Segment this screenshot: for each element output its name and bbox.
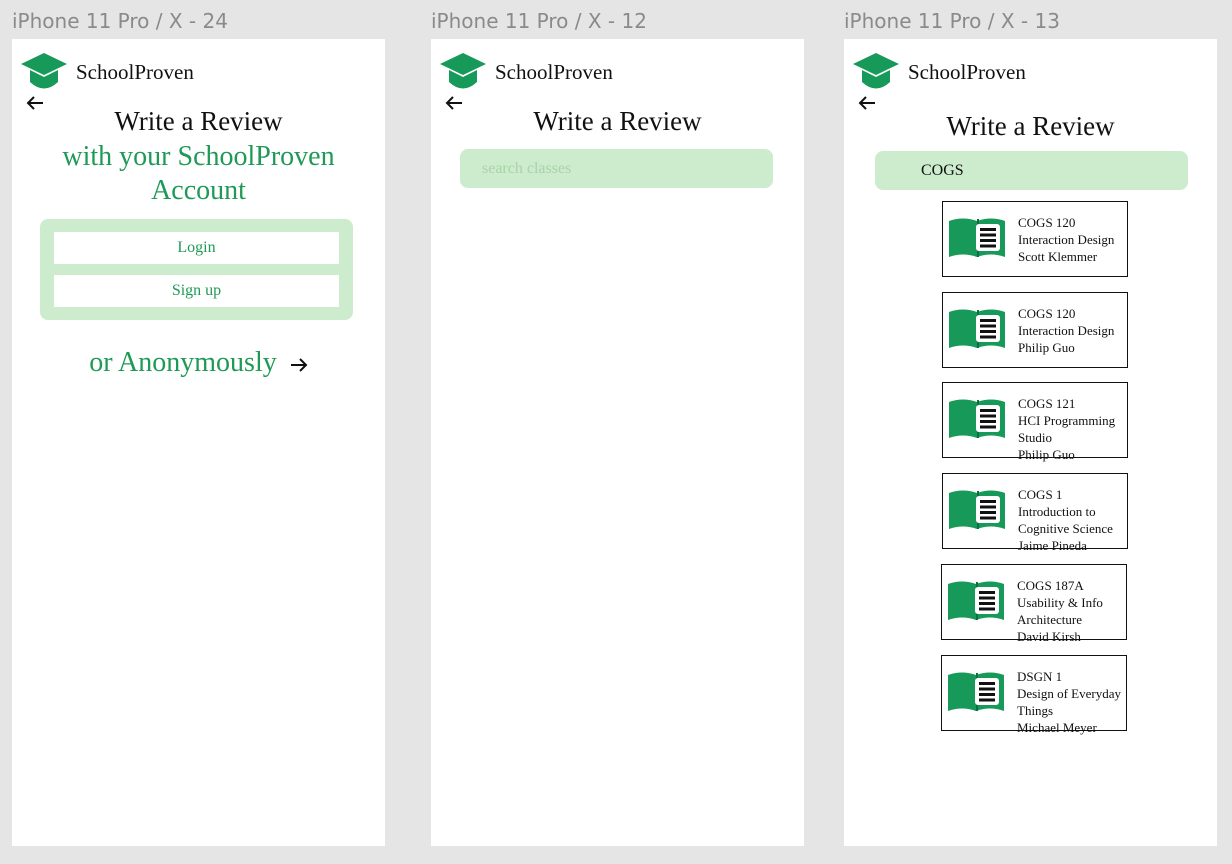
class-instructor: Scott Klemmer xyxy=(1018,249,1098,264)
graduation-cap-icon xyxy=(853,53,899,89)
app-name: SchoolProven xyxy=(495,59,613,84)
anonymous-link[interactable]: or Anonymously xyxy=(12,347,385,379)
auth-box: Login Sign up xyxy=(40,219,353,320)
app-name: SchoolProven xyxy=(76,59,194,84)
app-name: SchoolProven xyxy=(908,59,1026,84)
class-info: COGS 121 HCI Programming Studio Philip Guo xyxy=(1018,395,1115,463)
back-button[interactable] xyxy=(858,95,876,111)
book-icon xyxy=(948,672,1004,711)
class-result-card[interactable]: COGS 120 Interaction Design Philip Guo xyxy=(942,292,1128,368)
class-instructor: Jaime Pineda xyxy=(1018,538,1087,553)
class-code: COGS 120 xyxy=(1018,215,1076,230)
page-title: Write a Review xyxy=(946,111,1115,141)
app-logo[interactable]: SchoolProven xyxy=(20,51,194,93)
class-instructor: Philip Guo xyxy=(1018,340,1075,355)
book-icon-wrap xyxy=(947,669,1005,718)
signup-button[interactable]: Sign up xyxy=(54,275,339,307)
class-title-line: Interaction Design xyxy=(1018,323,1115,338)
class-code: COGS 1 xyxy=(1018,487,1063,502)
class-title-line: Architecture xyxy=(1017,612,1082,627)
app-logo[interactable]: SchoolProven xyxy=(439,51,613,93)
book-icon xyxy=(948,581,1004,620)
class-title-line: Introduction to xyxy=(1018,504,1096,519)
class-info: COGS 120 Interaction Design Philip Guo xyxy=(1018,305,1114,356)
class-instructor: David Kirsh xyxy=(1017,629,1081,644)
subtitle-line: with your SchoolProven xyxy=(62,141,335,172)
login-button[interactable]: Login xyxy=(54,232,339,264)
class-result-card[interactable]: COGS 120 Interaction Design Scott Klemmer xyxy=(942,201,1128,277)
class-code: COGS 120 xyxy=(1018,306,1076,321)
class-code: COGS 187A xyxy=(1017,578,1084,593)
book-icon xyxy=(949,399,1005,438)
class-instructor: Michael Meyer xyxy=(1017,720,1097,735)
search-value: COGS xyxy=(921,162,964,179)
frame-label: iPhone 11 Pro / X - 24 xyxy=(12,9,228,33)
arrow-left-icon xyxy=(858,96,875,110)
class-result-card[interactable]: DSGN 1 Design of Everyday Things Michael Me… xyxy=(941,655,1127,735)
search-placeholder: search classes xyxy=(482,160,572,177)
book-icon xyxy=(949,309,1005,348)
book-icon-wrap xyxy=(948,215,1006,264)
book-icon-wrap xyxy=(948,396,1006,445)
class-result-card[interactable]: COGS 121 HCI Programming Studio Philip Guo xyxy=(942,382,1128,462)
page-title: Write a Review xyxy=(114,106,283,136)
results-frame: SchoolProven Write a Review COGS COGS 12… xyxy=(844,39,1217,846)
class-info: COGS 187A Usability & Info Architecture Dav… xyxy=(1017,577,1103,645)
class-title-line: Studio xyxy=(1018,430,1052,445)
app-logo[interactable]: SchoolProven xyxy=(852,51,1026,93)
graduation-cap-icon xyxy=(440,53,486,89)
class-title-line: Things xyxy=(1017,703,1054,718)
anonymous-label: or Anonymously xyxy=(89,347,277,378)
class-info: COGS 120 Interaction Design Scott Klemmer xyxy=(1018,214,1114,265)
class-result-card[interactable]: COGS 1 Introduction to Cognitive Science Ja… xyxy=(942,473,1128,553)
book-icon xyxy=(949,490,1005,529)
book-icon-wrap xyxy=(948,487,1006,536)
login-frame: SchoolProven Write a Review with your Sc… xyxy=(12,39,385,846)
search-input[interactable]: COGS xyxy=(875,151,1188,190)
class-title-line: Cognitive Science xyxy=(1018,521,1113,536)
class-code: DSGN 1 xyxy=(1017,669,1063,684)
frame-label: iPhone 11 Pro / X - 12 xyxy=(431,9,647,33)
class-title-line: HCI Programming xyxy=(1018,413,1116,428)
frame-label: iPhone 11 Pro / X - 13 xyxy=(844,9,1060,33)
class-title-line: Design of Everyday xyxy=(1017,686,1121,701)
subtitle-line: Account xyxy=(151,175,246,206)
class-title-line: Usability & Info xyxy=(1017,595,1103,610)
class-instructor: Philip Guo xyxy=(1018,447,1075,462)
book-icon xyxy=(949,218,1005,257)
book-icon-wrap xyxy=(948,306,1006,355)
page-title: Write a Review xyxy=(533,106,702,136)
class-info: DSGN 1 Design of Everyday Things Michael Me… xyxy=(1017,668,1121,736)
class-result-card[interactable]: COGS 187A Usability & Info Architecture Dav… xyxy=(941,564,1127,644)
search-frame: SchoolProven Write a Review search class… xyxy=(431,39,804,846)
class-title-line: Interaction Design xyxy=(1018,232,1115,247)
search-input[interactable]: search classes xyxy=(460,149,773,188)
class-code: COGS 121 xyxy=(1018,396,1076,411)
class-info: COGS 1 Introduction to Cognitive Science Ja… xyxy=(1018,486,1113,554)
book-icon-wrap xyxy=(947,578,1005,627)
graduation-cap-icon xyxy=(21,53,67,89)
arrow-right-icon xyxy=(290,357,308,372)
